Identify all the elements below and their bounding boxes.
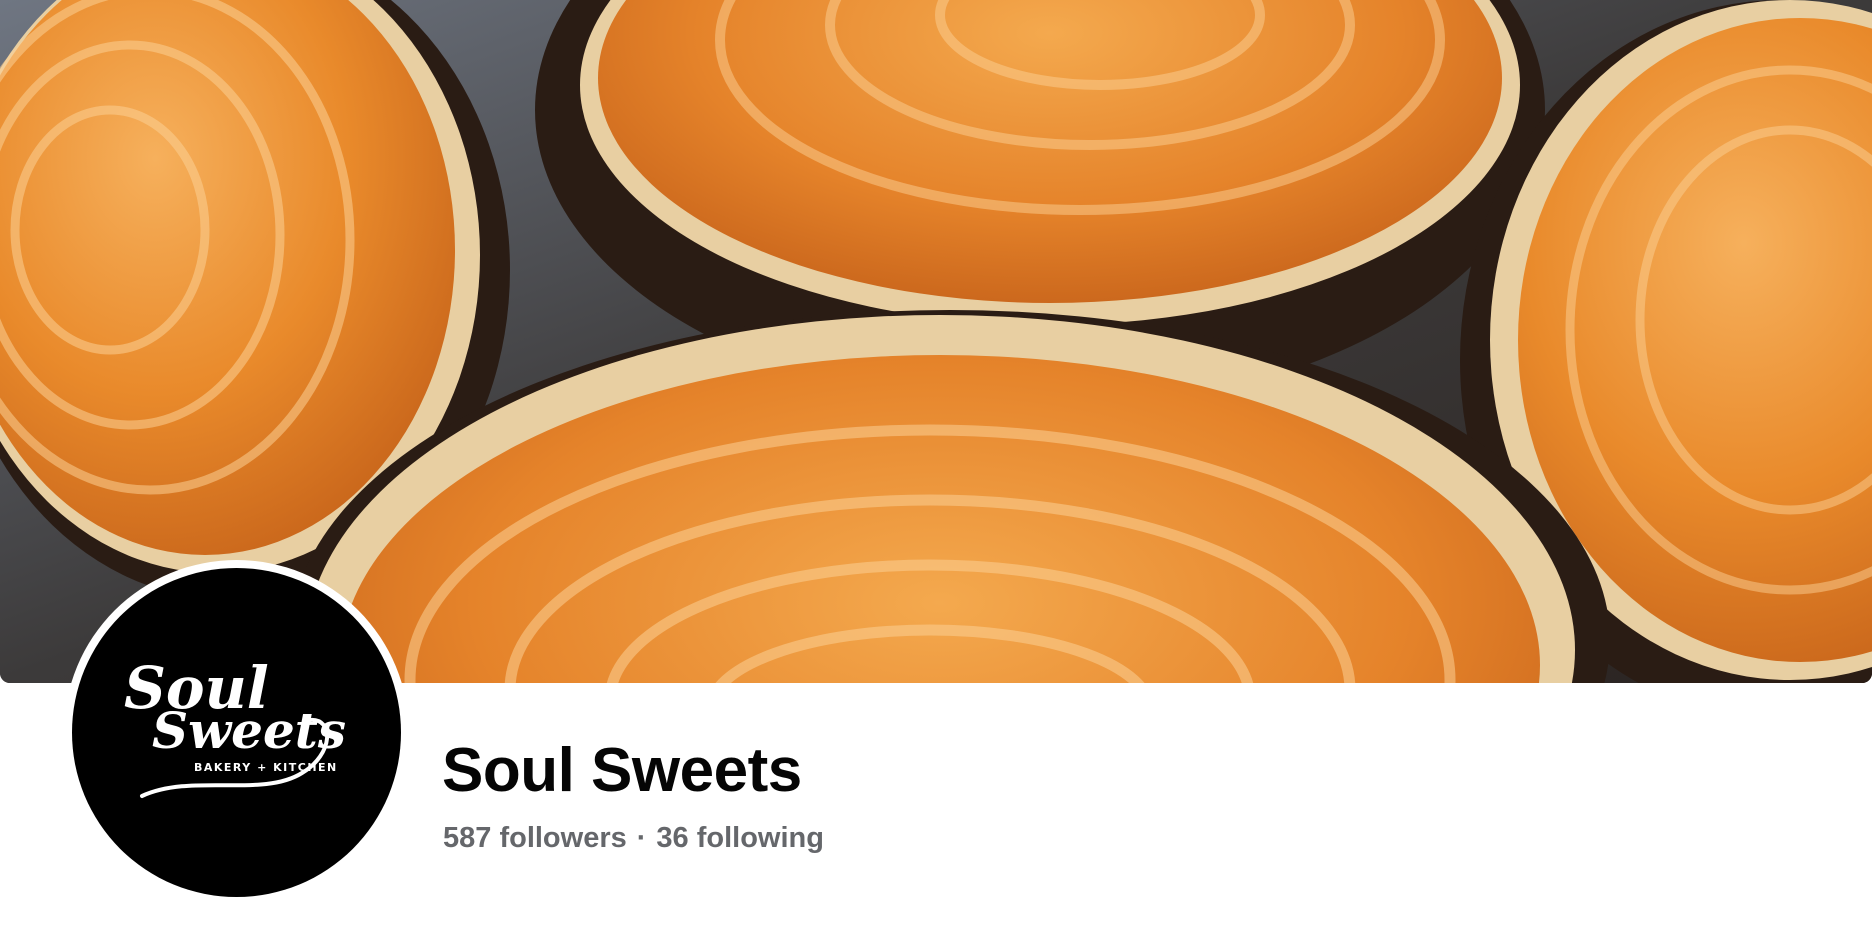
follow-stats: 587 followers · 36 following xyxy=(443,820,824,856)
stats-separator: · xyxy=(636,822,647,854)
page-header: Soul Sweets BAKERY + KITCHEN Soul Sweets… xyxy=(0,0,1872,946)
following-link[interactable]: 36 following xyxy=(656,822,824,854)
logo-line2: Sweets xyxy=(152,701,346,760)
profile-picture[interactable]: Soul Sweets BAKERY + KITCHEN xyxy=(72,568,401,897)
followers-link[interactable]: 587 followers xyxy=(443,822,627,854)
soul-sweets-logo: Soul Sweets BAKERY + KITCHEN xyxy=(124,654,346,798)
page-title: Soul Sweets xyxy=(442,736,802,805)
profile-picture-frame[interactable]: Soul Sweets BAKERY + KITCHEN xyxy=(64,560,409,905)
